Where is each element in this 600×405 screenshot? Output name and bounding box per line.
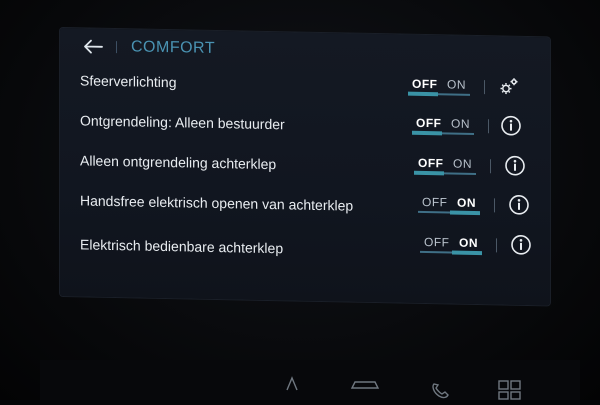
info-icon [509,195,529,215]
sfeerverlichting-toggle[interactable]: OFF ON [408,75,474,98]
setting-label: Handsfree elektrisch openen van achterkl… [80,192,354,214]
toggle-on-option[interactable]: ON [459,236,478,250]
toggle-indicator [452,250,482,256]
row-divider [490,159,491,174]
setting-row-achterklep-ontgrendeling: Alleen ontgrendeling achterklep OFF ON [80,146,540,185]
apps-button[interactable] [498,380,522,405]
info-icon [501,115,521,136]
info-button[interactable] [504,155,526,177]
phone-button[interactable] [430,382,450,405]
settings-button[interactable] [498,75,520,97]
header: COMFORT [80,34,215,61]
nav-button[interactable] [284,376,300,397]
toggle-off-option[interactable]: OFF [418,156,444,170]
elektrisch-achterklep-toggle[interactable]: OFF ON [420,233,486,256]
setting-row-ontgrendeling: Ontgrendeling: Alleen bestuurder OFF ON [80,106,540,145]
setting-label: Elektrisch bedienbare achterklep [80,236,284,257]
row-divider [496,238,497,253]
handsfree-achterklep-toggle[interactable]: OFF ON [418,193,484,216]
setting-row-handsfree-achterklep: Handsfree elektrisch openen van achterkl… [80,186,540,225]
toggle-on-option[interactable]: ON [457,196,476,210]
back-button[interactable] [80,35,106,57]
toggle-indicator [450,210,480,216]
infotainment-screen: COMFORT Sfeerverlichting OFF ON Ontgrend… [60,28,550,306]
setting-label: Ontgrendeling: Alleen bestuurder [80,112,285,133]
header-separator [116,41,117,54]
toggle-on-option[interactable]: ON [453,157,472,171]
info-icon [511,235,531,255]
toggle-on-option[interactable]: ON [451,117,470,131]
gear-icon [500,78,518,95]
toggle-off-option[interactable]: OFF [422,195,448,209]
info-icon [505,155,525,176]
car-icon [350,381,380,389]
info-button[interactable] [510,234,532,256]
toggle-off-option[interactable]: OFF [412,77,438,91]
navigation-icon [286,376,298,391]
achterklep-ontgrendeling-toggle[interactable]: OFF ON [414,154,480,177]
toggle-indicator [414,170,444,176]
info-button[interactable] [508,194,530,216]
setting-row-sfeerverlichting: Sfeerverlichting OFF ON [80,66,540,105]
apps-grid-icon [498,380,521,400]
page-title: COMFORT [131,38,216,57]
arrow-left-icon [84,39,103,54]
setting-label: Sfeerverlichting [80,72,177,91]
setting-row-elektrisch-achterklep: Elektrisch bedienbare achterklep OFF ON [80,226,540,265]
phone-icon [432,383,449,399]
setting-label: Alleen ontgrendeling achterklep [80,152,277,173]
row-divider [494,198,495,213]
info-button[interactable] [500,114,522,136]
toggle-indicator [412,130,442,136]
row-divider [488,119,489,134]
row-divider [484,80,485,95]
toggle-on-option[interactable]: ON [447,77,466,91]
toggle-off-option[interactable]: OFF [416,116,442,130]
car-button[interactable] [350,376,380,397]
toggle-off-option[interactable]: OFF [424,235,450,249]
toggle-indicator [408,91,438,97]
ontgrendeling-toggle[interactable]: OFF ON [412,114,478,137]
